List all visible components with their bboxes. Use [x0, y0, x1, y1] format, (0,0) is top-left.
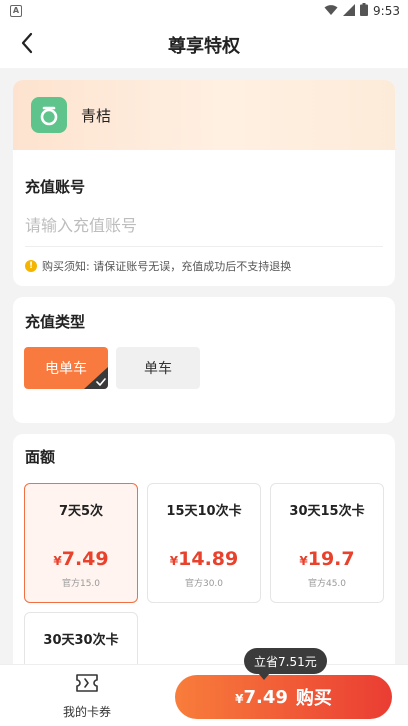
denomination-card: 面额 7天5次 ¥7.49 官方15.0 15天10次卡 ¥14.89 官方30… [13, 434, 395, 726]
brand-header: 青桔 [13, 80, 395, 150]
back-button[interactable] [14, 32, 40, 58]
denomination-name: 15天10次卡 [166, 504, 242, 519]
warning-icon: ! [25, 260, 37, 272]
account-input[interactable] [25, 208, 381, 242]
official-price: 官方30.0 [184, 579, 224, 589]
denomination-price: ¥19.7 [299, 548, 355, 570]
type-option-bike[interactable]: 单车 [116, 347, 200, 389]
denomination-option[interactable]: 30天15次卡 ¥19.7 官方45.0 [270, 483, 384, 603]
type-option-label: 电单车 [45, 361, 87, 377]
denomination-price: ¥14.89 [169, 548, 239, 570]
account-card: 青桔 充值账号 ! 购买须知: 请保证账号无误，充值成功后不支持退换 [13, 80, 395, 286]
official-price: 官方15.0 [61, 579, 101, 589]
check-icon [84, 367, 108, 389]
clock-time: 9:53 [373, 4, 400, 18]
denomination-name: 7天5次 [58, 504, 104, 519]
notification-icon: A [10, 5, 22, 17]
my-cards-label: 我的卡券 [62, 705, 111, 719]
denomination-option[interactable]: 15天10次卡 ¥14.89 官方30.0 [147, 483, 261, 603]
notice-text: 购买须知: 请保证账号无误，充值成功后不支持退换 [42, 260, 292, 273]
savings-tooltip: 立省7.51元 [244, 648, 327, 680]
divider [25, 246, 383, 247]
bottom-bar: 我的卡券 ¥7.49 购买 [0, 664, 408, 726]
type-option-label: 单车 [144, 361, 172, 377]
recharge-type-title: 充值类型 [25, 313, 86, 331]
buy-button[interactable]: ¥7.49 购买 [175, 675, 392, 719]
signal-icon [343, 3, 356, 19]
ticket-icon [75, 673, 99, 697]
denomination-name: 30天15次卡 [289, 504, 365, 519]
back-arrow-icon [20, 32, 34, 58]
denomination-title: 面额 [25, 448, 56, 466]
qingju-logo-icon [31, 97, 67, 133]
denomination-option[interactable]: 7天5次 ¥7.49 官方15.0 [24, 483, 138, 603]
purchase-notice: ! 购买须知: 请保证账号无误，充值成功后不支持退换 [25, 258, 291, 274]
buy-label: 购买 [295, 688, 332, 709]
nav-bar: 尊享特权 [0, 22, 408, 68]
official-price: 官方45.0 [307, 579, 347, 589]
denomination-name: 30天30次卡 [43, 633, 119, 648]
denomination-price: ¥7.49 [53, 548, 109, 570]
buy-price: ¥7.49 [235, 686, 288, 708]
recharge-type-card: 充值类型 电单车 单车 [13, 297, 395, 423]
battery-icon [360, 3, 369, 19]
wifi-icon [324, 4, 338, 19]
brand-name: 青桔 [81, 106, 112, 125]
account-label: 充值账号 [25, 178, 86, 196]
status-icons: 9:53 [324, 3, 400, 19]
page-title: 尊享特权 [168, 36, 240, 57]
type-option-ebike[interactable]: 电单车 [24, 347, 108, 389]
my-cards-button[interactable]: 我的卡券 [52, 673, 122, 720]
status-bar: A 9:53 [0, 0, 408, 22]
